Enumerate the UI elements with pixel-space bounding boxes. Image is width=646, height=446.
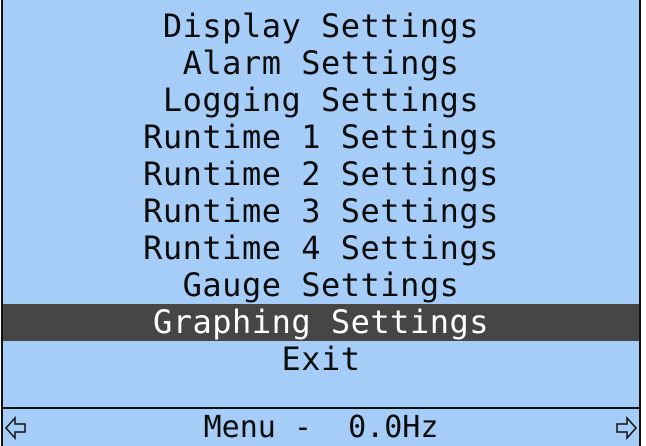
menu-item-display-settings[interactable]: Display Settings [3,8,639,45]
menu-item-alarm-settings[interactable]: Alarm Settings [3,45,639,82]
menu-item-exit[interactable]: Exit [3,341,639,378]
menu-item-logging-settings[interactable]: Logging Settings [3,82,639,119]
status-text: Menu - 0.0Hz [203,410,439,445]
menu-screen: Display Settings Alarm Settings Logging … [1,0,641,446]
menu-item-gauge-settings[interactable]: Gauge Settings [3,267,639,304]
status-bar: Menu - 0.0Hz [3,407,639,446]
menu-item-runtime-4-settings[interactable]: Runtime 4 Settings [3,230,639,267]
arrow-right-icon[interactable] [615,414,637,442]
menu-item-runtime-2-settings[interactable]: Runtime 2 Settings [3,156,639,193]
menu-item-runtime-3-settings[interactable]: Runtime 3 Settings [3,193,639,230]
settings-menu: Display Settings Alarm Settings Logging … [3,8,639,378]
menu-item-runtime-1-settings[interactable]: Runtime 1 Settings [3,119,639,156]
menu-item-graphing-settings[interactable]: Graphing Settings [3,304,639,341]
